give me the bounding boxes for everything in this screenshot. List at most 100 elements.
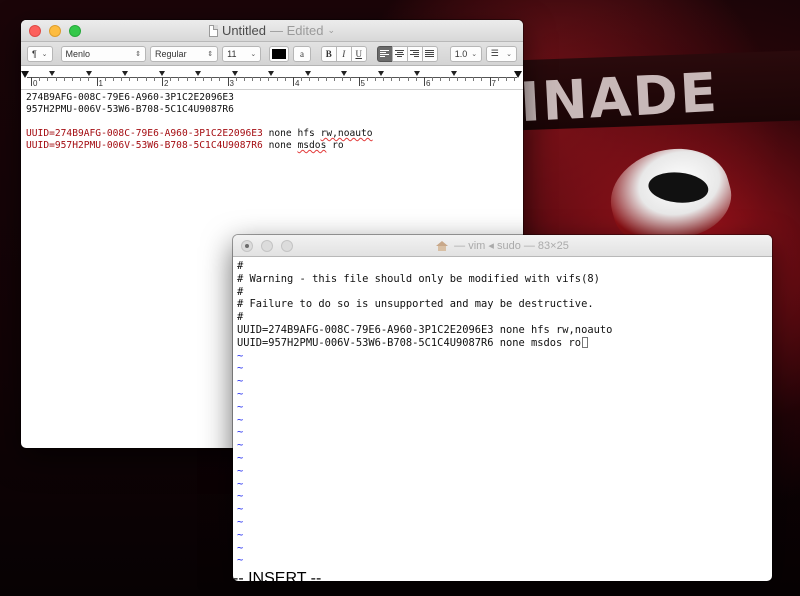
ruler-tick	[424, 77, 425, 86]
bold-button[interactable]: B	[320, 45, 337, 62]
tab-stop-marker[interactable]	[122, 71, 128, 76]
edited-status: — Edited	[270, 23, 324, 38]
line-spacing-value: 1.0	[454, 48, 468, 59]
justify-icon	[425, 50, 435, 57]
left-margin-marker[interactable]	[21, 71, 29, 78]
zoom-button[interactable]	[69, 25, 81, 37]
tab-stop-marker[interactable]	[158, 71, 165, 76]
empty-line-marker: ~	[237, 439, 244, 452]
empty-line-marker: ~	[237, 362, 244, 375]
close-button[interactable]	[241, 240, 253, 252]
comment-line: #	[237, 311, 244, 324]
text-color-well[interactable]	[269, 45, 290, 62]
minimize-button[interactable]	[261, 240, 273, 252]
font-size-combo[interactable]: 11 ⌄	[222, 45, 262, 62]
ruler-tick	[342, 77, 344, 81]
ruler-tick	[366, 77, 368, 81]
tab-stop-marker[interactable]	[195, 71, 201, 76]
align-left-icon	[380, 50, 390, 57]
line-spacing-popup[interactable]: 1.0 ⌄	[449, 45, 482, 62]
ruler-tick	[129, 77, 131, 81]
document-text-area[interactable]: 274B9AFG-008C-79E6-A960-3P1C2E2096E3 957H…	[21, 90, 523, 154]
chevron-down-icon: ⌄	[250, 50, 257, 58]
tab-stop-marker[interactable]	[231, 71, 238, 76]
font-style-value: Regular	[155, 48, 187, 59]
list-style-popup[interactable]: ☰ ⌄	[485, 45, 518, 62]
minimize-button[interactable]	[49, 25, 61, 37]
align-right-button[interactable]	[406, 45, 423, 62]
ruler-tick	[489, 77, 491, 86]
underline-button[interactable]: U	[350, 45, 367, 62]
ruler-tick	[473, 77, 475, 81]
ruler-tick	[71, 77, 73, 81]
mount-options-text: none hfs	[262, 128, 321, 139]
ruler-tick	[31, 77, 32, 86]
vim-buffer[interactable]: # # Warning - this file should only be mo…	[233, 257, 772, 570]
tab-stop-marker[interactable]	[304, 71, 311, 76]
font-style-popup[interactable]: Regular ⇕	[150, 45, 219, 62]
text-cursor	[582, 336, 589, 348]
ruler-tick	[121, 77, 123, 81]
tab-stop-marker[interactable]	[49, 71, 55, 76]
tab-stop-marker[interactable]	[268, 71, 274, 76]
ruler-tick	[407, 77, 409, 81]
ruler-tick	[162, 77, 163, 86]
ruler-tick	[88, 77, 90, 81]
empty-line-marker: ~	[237, 515, 244, 528]
misspelled-word[interactable]: msdos	[297, 140, 326, 151]
tab-stop-marker[interactable]	[85, 71, 92, 76]
ruler-tick	[309, 77, 311, 81]
highlight-color-button[interactable]: a	[293, 45, 311, 62]
text-line	[26, 116, 518, 128]
ruler-tick	[374, 77, 376, 81]
font-family-popup[interactable]: Menlo ⇕	[60, 45, 147, 62]
align-left-button[interactable]	[376, 45, 393, 62]
terminal-titlebar[interactable]: — vim ◂ sudo — 83×25	[233, 235, 772, 257]
ruler-tick	[350, 77, 352, 81]
paragraph-style-popup[interactable]: ¶ ⌄	[27, 45, 53, 62]
italic-button[interactable]: I	[335, 45, 352, 62]
ruler-tick	[235, 77, 237, 81]
tab-stop-marker[interactable]	[377, 71, 384, 76]
tab-stop-marker[interactable]	[450, 71, 457, 76]
stepper-arrows-icon: ⇕	[207, 50, 214, 58]
ruler-tick	[202, 77, 204, 81]
window-controls	[241, 240, 293, 252]
ruler-number: 7	[491, 79, 496, 88]
list-icon: ☰	[490, 48, 499, 58]
zoom-button[interactable]	[281, 240, 293, 252]
textedit-titlebar[interactable]: Untitled — Edited ⌄	[21, 20, 523, 42]
ruler-tick	[137, 77, 139, 81]
text-line: 957H2PMU-006V-53W6-B708-5C1C4U9087R6	[26, 104, 234, 115]
ruler-tick	[293, 77, 294, 86]
empty-line-marker: ~	[237, 349, 244, 362]
ruler-number: 4	[295, 79, 300, 88]
format-toolbar: ¶ ⌄ Menlo ⇕ Regular ⇕ 11 ⌄ a B I U 1.0 ⌄…	[21, 42, 523, 66]
fstab-entry-line: UUID=957H2PMU-006V-53W6-B708-5C1C4U9087R…	[237, 336, 768, 350]
right-margin-marker[interactable]	[514, 71, 522, 78]
empty-line-marker: ~	[237, 528, 244, 541]
empty-line-marker: ~	[237, 464, 244, 477]
ruler-tick	[112, 77, 114, 81]
justify-button[interactable]	[421, 45, 438, 62]
empty-line-marker: ~	[237, 541, 244, 554]
document-icon	[208, 24, 218, 37]
align-center-button[interactable]	[391, 45, 408, 62]
close-button[interactable]	[29, 25, 41, 37]
ruler[interactable]: 0 1 2 3 4 5 6 7	[21, 66, 523, 90]
chevron-down-icon[interactable]: ⌄	[328, 25, 336, 36]
wallpaper-logo-text: INADE	[518, 60, 721, 135]
ruler-number: 5	[360, 79, 365, 88]
tab-stop-marker[interactable]	[341, 71, 347, 76]
ruler-tick	[333, 77, 335, 81]
window-title[interactable]: — vim ◂ sudo — 83×25	[436, 239, 569, 252]
ruler-number: 3	[229, 79, 234, 88]
text-line: UUID=274B9AFG-008C-79E6-A960-3P1C2E2096E…	[26, 128, 518, 140]
ruler-tick	[211, 77, 213, 81]
comment-line: #	[237, 260, 244, 272]
window-title[interactable]: Untitled — Edited ⌄	[208, 23, 336, 38]
comment-line: #	[237, 285, 244, 298]
tab-stop-marker[interactable]	[414, 71, 420, 76]
empty-line-marker: ~	[237, 490, 244, 503]
misspelled-word[interactable]: rw,noauto	[321, 128, 373, 139]
